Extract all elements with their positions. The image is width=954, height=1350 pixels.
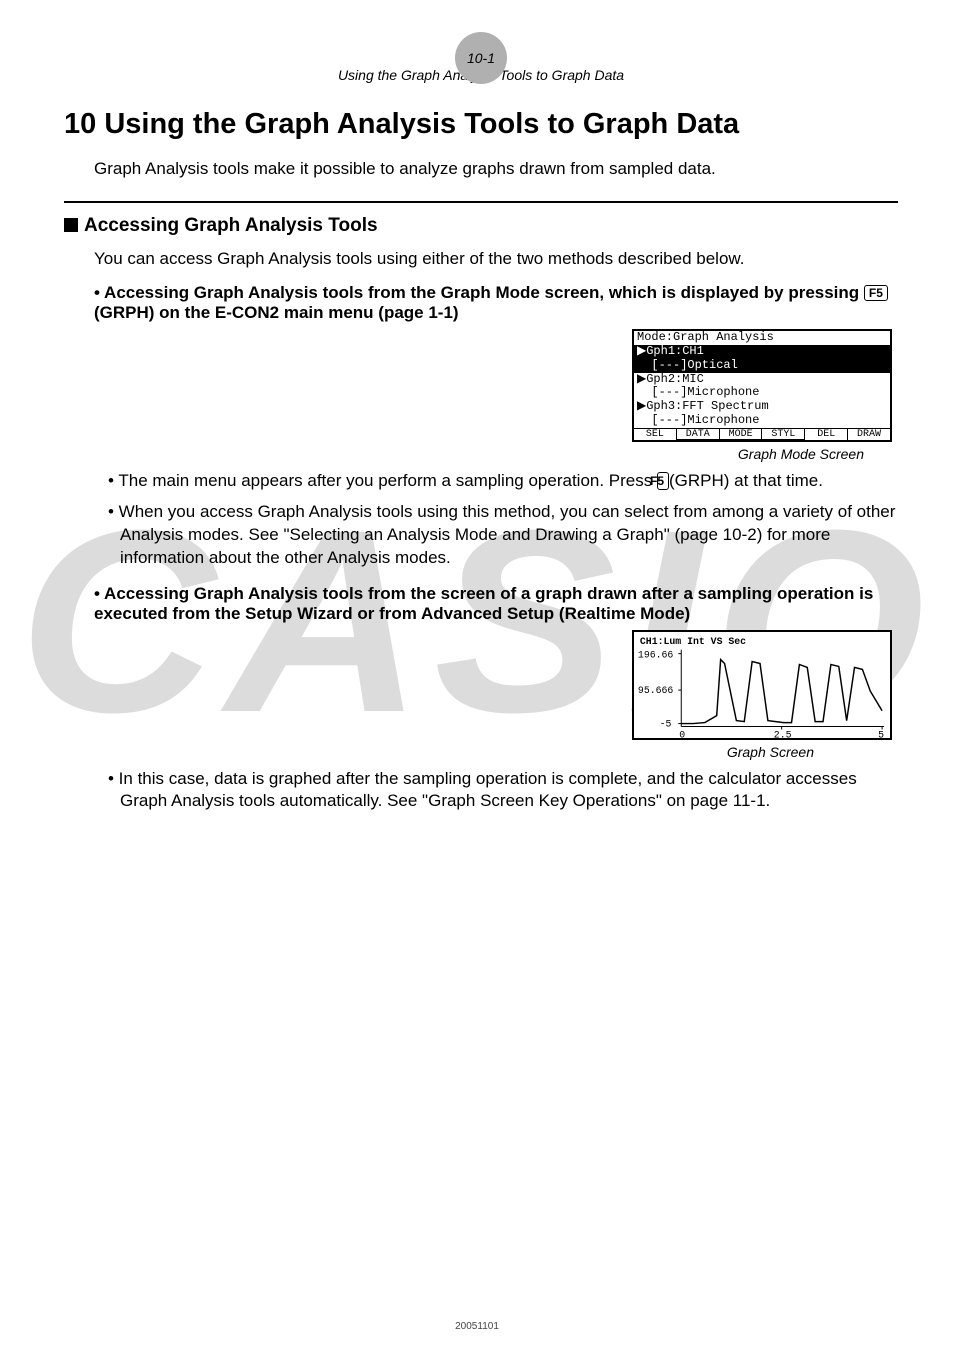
note-a1-post: (GRPH) at that time.: [669, 471, 823, 490]
chart-title: CH1:Lum Int VS Sec: [640, 635, 746, 646]
lcd1-fkeys: SEL DATA MODE STYL DEL DRAW: [634, 428, 890, 440]
lcd1-line0: Mode:Graph Analysis: [634, 331, 890, 345]
method-a-post: (GRPH) on the E-CON2 main menu (page 1-1…: [94, 303, 459, 322]
x-end: 5: [878, 729, 884, 740]
method-a-heading: • Accessing Graph Analysis tools from th…: [94, 283, 898, 323]
page-ref-circle: 10-1: [455, 32, 507, 84]
key-f5-b: F5: [657, 472, 669, 490]
fkey-del[interactable]: DEL: [805, 429, 848, 440]
note-a2: • When you access Graph Analysis tools u…: [120, 501, 898, 570]
section-heading-text: Accessing Graph Analysis Tools: [84, 215, 378, 236]
caption-graph-screen: Graph Screen: [64, 744, 814, 760]
lcd1-line1: ▶Gph1:CH1: [634, 345, 890, 359]
fkey-mode[interactable]: MODE: [720, 429, 763, 440]
square-bullet-icon: [64, 218, 78, 232]
x-mid: 2.5: [774, 729, 792, 740]
section-rule: [64, 201, 898, 203]
lcd1-line3: ▶Gph2:MIC: [634, 373, 890, 387]
lcd1-line2: [---]Optical: [634, 359, 890, 373]
graph-mode-screen: Mode:Graph Analysis ▶Gph1:CH1 [---]Optic…: [632, 329, 892, 442]
fkey-sel[interactable]: SEL: [634, 429, 677, 440]
note-a1-pre: • The main menu appears after you perfor…: [108, 471, 657, 490]
method-a-pre: • Accessing Graph Analysis tools from th…: [94, 283, 864, 302]
graph-screen-svg: CH1:Lum Int VS Sec 196.66 95.666 -5 0 2.…: [634, 632, 890, 740]
footer-code: 20051101: [0, 1321, 954, 1332]
note-b1: • In this case, data is graphed after th…: [120, 768, 898, 814]
chapter-title: 10 Using the Graph Analysis Tools to Gra…: [64, 108, 898, 141]
lcd1-line6: [---]Microphone: [634, 414, 890, 428]
x0: 0: [679, 729, 685, 740]
lcd1-line4: [---]Microphone: [634, 386, 890, 400]
key-f5: F5: [864, 285, 888, 301]
chapter-intro: Graph Analysis tools make it possible to…: [94, 159, 898, 179]
graph-screen: CH1:Lum Int VS Sec 196.66 95.666 -5 0 2.…: [632, 630, 892, 740]
lcd1-line5: ▶Gph3:FFT Spectrum: [634, 400, 890, 414]
section-lead: You can access Graph Analysis tools usin…: [94, 249, 898, 269]
running-header: 10-1 Using the Graph Analysis Tools to G…: [64, 28, 898, 84]
fkey-draw[interactable]: DRAW: [848, 429, 890, 440]
fkey-styl[interactable]: STYL: [762, 429, 805, 440]
chart-line: [681, 659, 882, 723]
fkey-data[interactable]: DATA: [677, 429, 720, 440]
y-top: 196.66: [638, 649, 673, 660]
section-heading: Accessing Graph Analysis Tools: [64, 215, 898, 237]
y-bot: -5: [660, 718, 672, 729]
note-a1: • The main menu appears after you perfor…: [120, 470, 898, 493]
caption-graph-mode: Graph Mode Screen: [64, 446, 864, 462]
method-b-heading: • Accessing Graph Analysis tools from th…: [94, 584, 898, 624]
y-mid: 95.666: [638, 685, 673, 696]
